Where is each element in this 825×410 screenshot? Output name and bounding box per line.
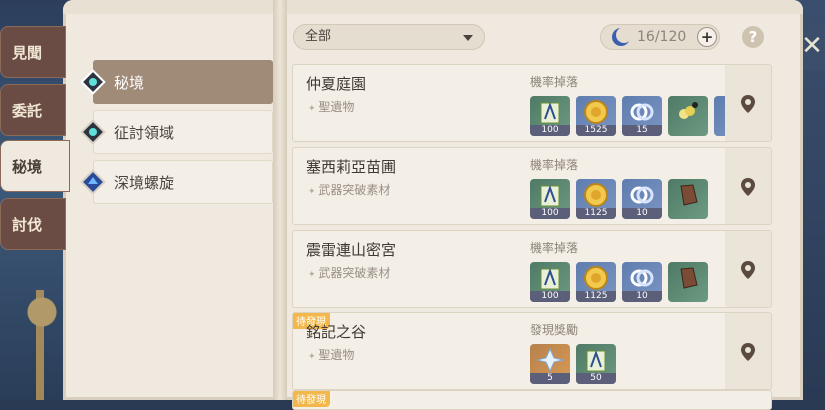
abyss-diamond-icon <box>80 169 106 195</box>
add-resin-button[interactable]: + <box>698 28 716 46</box>
map-pin-icon <box>741 261 755 279</box>
domain-type: 聖遺物 <box>308 98 354 115</box>
domain-card[interactable]: 待發現銘記之谷聖遺物發現獎勵550 <box>292 312 772 390</box>
tab-bosses[interactable]: 討伐 <box>0 198 66 250</box>
reward-quantity: 100 <box>530 291 570 302</box>
book-spine <box>273 0 287 400</box>
reward-quantity: 5 <box>530 373 570 384</box>
tab-label: 秘境 <box>12 157 43 176</box>
domain-type: 武器突破素材 <box>308 181 390 198</box>
domain-name: 震雷連山密宮 <box>306 241 397 259</box>
domain-card-partial[interactable]: 待發現 <box>292 390 772 410</box>
domain-name: 塞西莉亞苗圃 <box>306 158 397 176</box>
reward-label: 機率掉落 <box>530 241 579 255</box>
domain-card[interactable]: 震雷連山密宮武器突破素材 機率掉落 100 1125 10 <box>292 230 772 308</box>
category-domains[interactable]: 秘境 <box>93 60 273 104</box>
reward-quantity: 1125 <box>576 208 616 219</box>
reward-item-exp-book[interactable]: 100 <box>530 179 570 219</box>
help-button[interactable]: ? <box>742 26 764 48</box>
reward-item-mora[interactable]: 1525 <box>576 96 616 136</box>
location-pin-button[interactable] <box>725 313 771 389</box>
category-spiral-abyss[interactable]: 深境螺旋 <box>93 160 273 204</box>
category-label: 深境螺旋 <box>114 173 175 192</box>
location-pin-button[interactable] <box>725 231 771 307</box>
reward-item-mora[interactable]: 1125 <box>576 262 616 302</box>
reward-item-adventure-exp[interactable]: 15 <box>622 96 662 136</box>
book-top <box>63 0 803 14</box>
reward-quantity: 15 <box>622 125 662 136</box>
map-pin-icon <box>741 95 755 113</box>
reward-label: 發現獎勵 <box>530 323 579 337</box>
map-pin-icon <box>741 343 755 361</box>
trounce-diamond-icon <box>80 119 106 145</box>
domain-card[interactable]: 仲夏庭園聖遺物 機率掉落 100 1525 15 <box>292 64 772 142</box>
domain-name: 仲夏庭園 <box>306 75 367 93</box>
tab-label: 討伐 <box>12 215 43 234</box>
location-pin-button[interactable] <box>725 65 771 141</box>
tab-commissions[interactable]: 委託 <box>0 84 66 136</box>
tab-domains[interactable]: 秘境 <box>0 140 70 192</box>
reward-item-exp-book[interactable]: 50 <box>576 344 616 384</box>
filter-dropdown[interactable]: 全部 <box>293 24 485 50</box>
reward-quantity: 100 <box>530 125 570 136</box>
domain-diamond-icon <box>80 69 106 95</box>
tab-experience[interactable]: 見聞 <box>0 26 66 78</box>
category-trounce-domains[interactable]: 征討領域 <box>93 110 273 154</box>
reward-item-exp-book[interactable]: 100 <box>530 96 570 136</box>
domain-card[interactable]: 塞西莉亞苗圃武器突破素材 機率掉落 100 1125 10 <box>292 147 772 225</box>
pending-badge: 待發現 <box>293 391 330 407</box>
reward-label: 機率掉落 <box>530 75 579 89</box>
tab-label: 委託 <box>12 101 43 120</box>
location-pin-button[interactable] <box>725 148 771 224</box>
reward-quantity: 10 <box>622 208 662 219</box>
domain-type: 聖遺物 <box>308 346 354 363</box>
chevron-down-icon <box>463 35 473 41</box>
tab-label: 見聞 <box>12 43 43 62</box>
resin-count: 16/120 <box>637 29 687 45</box>
reward-item-adventure-exp[interactable]: 10 <box>622 179 662 219</box>
reward-item-primogem[interactable]: 5 <box>530 344 570 384</box>
reward-item-exp-book[interactable]: 100 <box>530 262 570 302</box>
reward-item-weapon-material[interactable] <box>668 179 708 219</box>
reward-item-weapon-material[interactable] <box>668 262 708 302</box>
category-label: 秘境 <box>114 73 145 92</box>
reward-quantity: 100 <box>530 208 570 219</box>
filter-label: 全部 <box>305 29 332 44</box>
reward-quantity: 10 <box>622 291 662 302</box>
category-label: 征討領域 <box>114 123 175 142</box>
decorative-key <box>22 290 62 400</box>
reward-item-artifact-flower[interactable] <box>668 96 708 136</box>
domain-name: 銘記之谷 <box>306 323 367 341</box>
map-pin-icon <box>741 178 755 196</box>
reward-quantity: 50 <box>576 373 616 384</box>
reward-item-mora[interactable]: 1125 <box>576 179 616 219</box>
reward-quantity: 1125 <box>576 291 616 302</box>
original-resin-icon <box>612 27 632 46</box>
domain-type: 武器突破素材 <box>308 264 390 281</box>
reward-item-adventure-exp[interactable]: 10 <box>622 262 662 302</box>
resin-counter: 16/120 + <box>600 24 720 50</box>
reward-quantity: 1525 <box>576 125 616 136</box>
reward-label: 機率掉落 <box>530 158 579 172</box>
